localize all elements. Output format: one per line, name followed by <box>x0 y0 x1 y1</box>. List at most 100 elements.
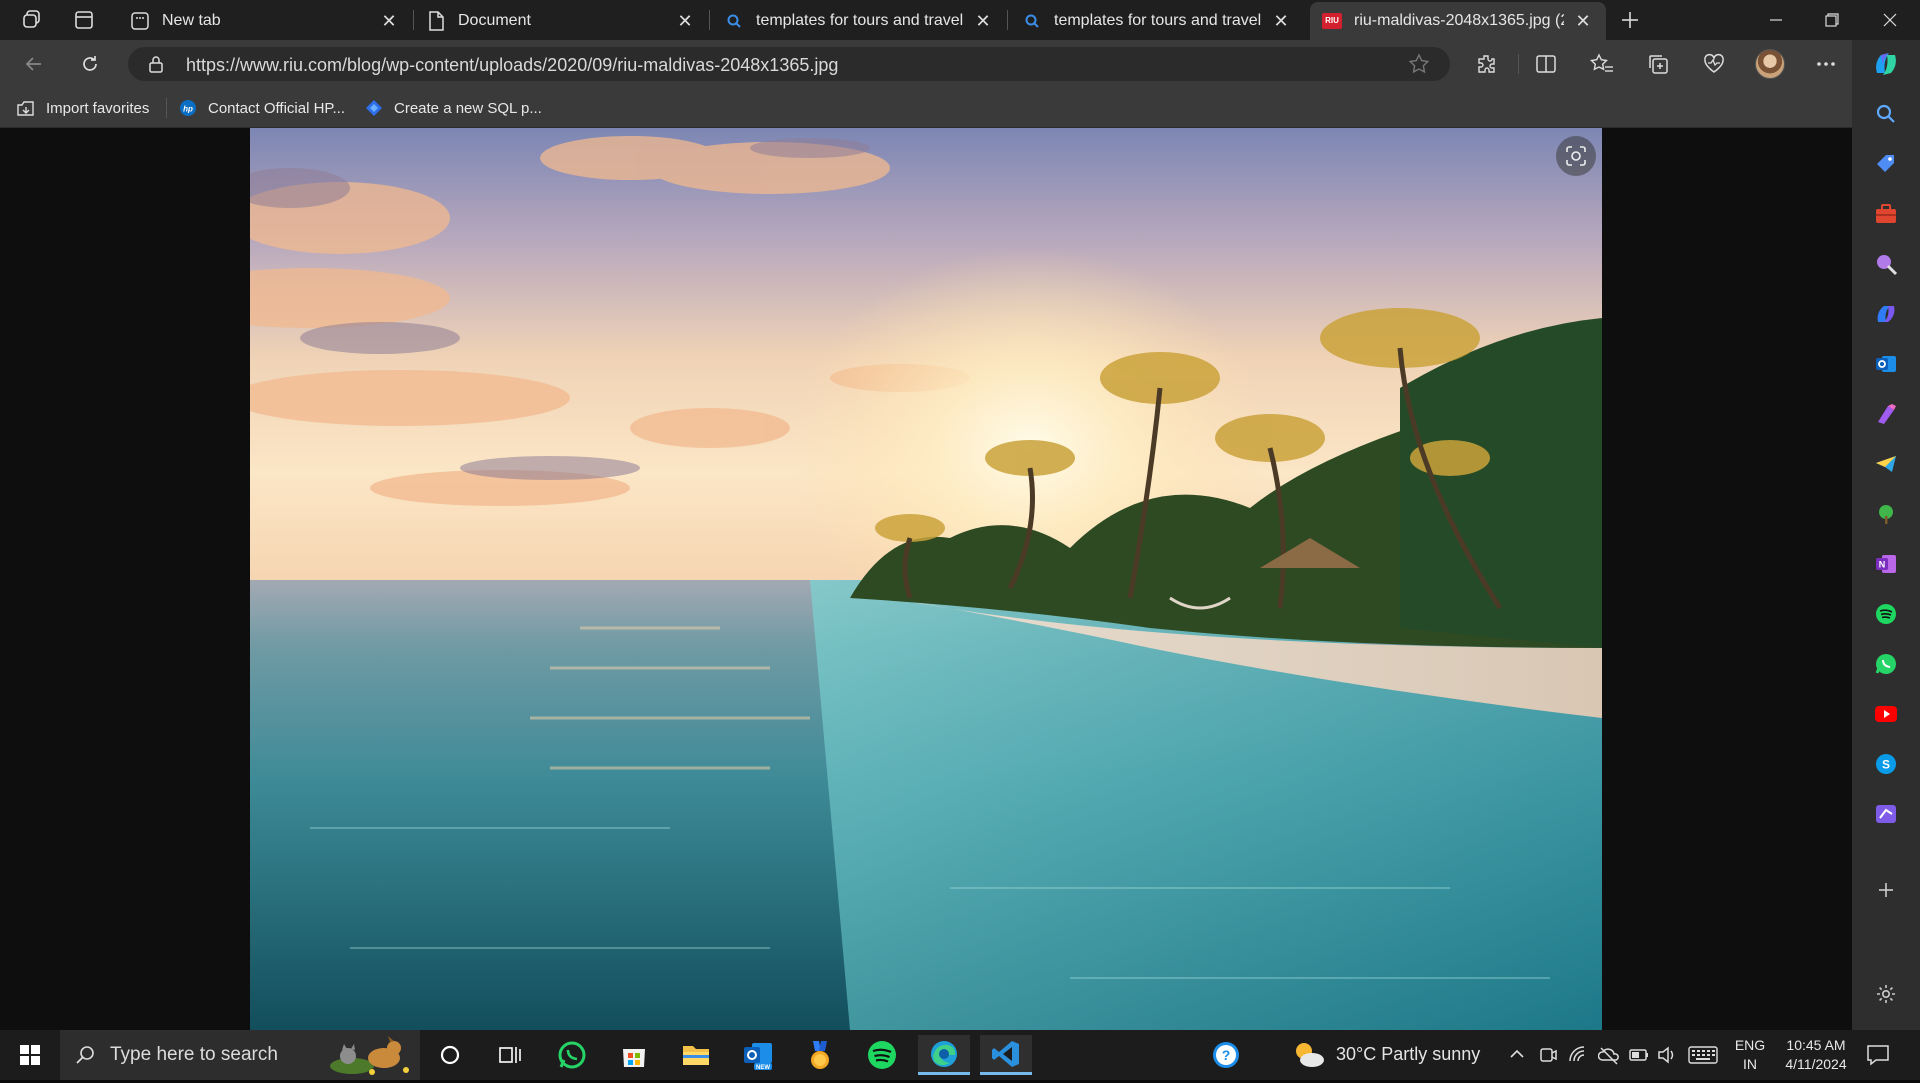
telegram-icon[interactable] <box>1872 450 1900 478</box>
designer-icon[interactable] <box>1872 400 1900 428</box>
tree-icon[interactable] <box>1872 500 1900 528</box>
chevron-up-icon[interactable] <box>1508 1045 1526 1068</box>
minimize-button[interactable] <box>1748 0 1804 40</box>
more-options-icon[interactable] <box>1808 46 1844 82</box>
search-icon[interactable] <box>1872 100 1900 128</box>
newtab-icon <box>130 11 150 31</box>
tab-title: Document <box>458 12 531 29</box>
close-tab-icon[interactable]: ✕ <box>1270 10 1292 32</box>
start-button[interactable] <box>4 1035 56 1075</box>
tab-title: New tab <box>162 12 221 29</box>
close-tab-icon[interactable]: ✕ <box>1572 10 1594 32</box>
search-icon <box>1022 11 1042 31</box>
tab-search-templates-1[interactable]: templates for tours and travel we ✕ <box>712 2 1006 40</box>
workspaces-icon[interactable] <box>14 4 50 36</box>
rewards-medal-icon[interactable] <box>794 1035 846 1075</box>
whatsapp-icon[interactable] <box>1872 650 1900 678</box>
favorite-import[interactable]: Import favorites <box>16 96 149 120</box>
favorite-sql[interactable]: Create a new SQL p... <box>364 96 542 120</box>
spotify-icon[interactable] <box>1872 600 1900 628</box>
favorites-icon[interactable] <box>1584 46 1620 82</box>
svg-text:?: ? <box>1222 1047 1231 1063</box>
outlook-icon[interactable] <box>1872 350 1900 378</box>
tab-document[interactable]: Document ✕ <box>414 2 708 40</box>
riu-badge: RIU <box>1322 13 1342 29</box>
tab-search-templates-2[interactable]: templates for tours and travel we ✕ <box>1010 2 1304 40</box>
clock[interactable]: 10:45 AM 4/11/2024 <box>1774 1036 1858 1074</box>
youtube-icon[interactable] <box>1872 700 1900 728</box>
edge-sidebar: N S <box>1852 40 1920 1030</box>
add-icon[interactable] <box>1872 876 1900 904</box>
collections-icon[interactable] <box>1640 46 1676 82</box>
touch-keyboard-icon[interactable] <box>1688 1045 1718 1070</box>
time-text: 10:45 AM <box>1786 1037 1846 1053</box>
tab-divider <box>1007 10 1008 30</box>
help-icon[interactable]: ? <box>1200 1035 1252 1075</box>
browser-essentials-icon[interactable] <box>1696 46 1732 82</box>
powerbi-icon[interactable] <box>1872 800 1900 828</box>
taskbar-search-box[interactable]: Type here to search <box>60 1030 420 1080</box>
url-text[interactable]: https://www.riu.com/blog/wp-content/uplo… <box>186 55 838 76</box>
split-screen-icon[interactable] <box>1528 46 1564 82</box>
back-button[interactable] <box>16 46 52 82</box>
onedrive-icon[interactable] <box>1597 1045 1620 1070</box>
tab-title: templates for tours and travel we <box>1054 12 1262 29</box>
extensions-icon[interactable] <box>1468 46 1504 82</box>
briefcase-icon[interactable] <box>1872 200 1900 228</box>
tab-title: riu-maldivas-2048x1365.jpg (204 <box>1354 12 1564 29</box>
favorite-label: Contact Official HP... <box>208 99 346 117</box>
search-placeholder: Type here to search <box>110 1044 278 1065</box>
close-tab-icon[interactable]: ✕ <box>972 10 994 32</box>
search-icon <box>74 1044 96 1071</box>
skype-icon[interactable]: S <box>1872 750 1900 778</box>
meet-now-icon[interactable] <box>1538 1045 1558 1070</box>
wifi-icon[interactable] <box>1568 1045 1588 1070</box>
copilot-compose-icon[interactable] <box>1872 300 1900 328</box>
microsoft-store-icon[interactable] <box>608 1035 660 1075</box>
settings-icon[interactable] <box>1872 980 1900 1008</box>
cortana-icon[interactable] <box>424 1035 476 1075</box>
search-icon <box>724 11 744 31</box>
task-view-icon[interactable] <box>484 1035 536 1075</box>
weather-icon[interactable] <box>1292 1041 1326 1074</box>
close-tab-icon[interactable]: ✕ <box>378 10 400 32</box>
volume-icon[interactable] <box>1656 1045 1678 1070</box>
whatsapp-taskbar-icon[interactable] <box>546 1035 598 1075</box>
restore-button[interactable] <box>1804 0 1860 40</box>
onenote-icon[interactable]: N <box>1872 550 1900 578</box>
file-explorer-icon[interactable] <box>670 1035 722 1075</box>
language-indicator[interactable]: ENG IN <box>1730 1036 1770 1074</box>
windows-taskbar: Type here to search NEW ? 30°C Partly su… <box>0 1030 1920 1080</box>
battery-icon[interactable] <box>1628 1045 1650 1070</box>
close-window-button[interactable] <box>1862 0 1918 40</box>
outlook-new-icon[interactable]: NEW <box>732 1035 784 1075</box>
weather-text[interactable]: 30°C Partly sunny <box>1336 1044 1480 1065</box>
vscode-taskbar-icon[interactable] <box>980 1035 1032 1075</box>
tag-icon[interactable] <box>1872 150 1900 178</box>
tab-riu-maldivas[interactable]: RIU riu-maldivas-2048x1365.jpg (204 ✕ <box>1310 2 1606 40</box>
spotify-taskbar-icon[interactable] <box>856 1035 908 1075</box>
new-tab-button[interactable] <box>1612 4 1648 36</box>
copilot-icon[interactable] <box>1870 48 1902 80</box>
favorites-bar: Import favorites hp Contact Official HP.… <box>0 88 1852 128</box>
favorite-hp[interactable]: hp Contact Official HP... <box>178 96 345 120</box>
visual-search-icon[interactable] <box>1556 136 1596 176</box>
address-bar[interactable]: https://www.riu.com/blog/wp-content/uplo… <box>128 47 1450 81</box>
language-code: ENG <box>1734 1037 1766 1053</box>
maldives-beach-photo <box>250 128 1602 1030</box>
hp-icon: hp <box>178 98 198 118</box>
refresh-button[interactable] <box>72 46 108 82</box>
tab-new-tab[interactable]: New tab ✕ <box>118 2 412 40</box>
toolbar-divider <box>1518 54 1519 74</box>
lock-icon[interactable] <box>148 55 164 78</box>
profile-avatar[interactable] <box>1752 46 1788 82</box>
games-icon[interactable] <box>1872 250 1900 278</box>
svg-text:S: S <box>1882 758 1890 772</box>
favorite-star-icon[interactable] <box>1408 53 1430 80</box>
navigation-toolbar: https://www.riu.com/blog/wp-content/uplo… <box>0 40 1920 88</box>
search-highlight-icon <box>322 1032 418 1083</box>
tab-actions-icon[interactable] <box>66 4 102 36</box>
notifications-icon[interactable] <box>1866 1044 1890 1071</box>
edge-taskbar-icon[interactable] <box>918 1035 970 1075</box>
close-tab-icon[interactable]: ✕ <box>674 10 696 32</box>
